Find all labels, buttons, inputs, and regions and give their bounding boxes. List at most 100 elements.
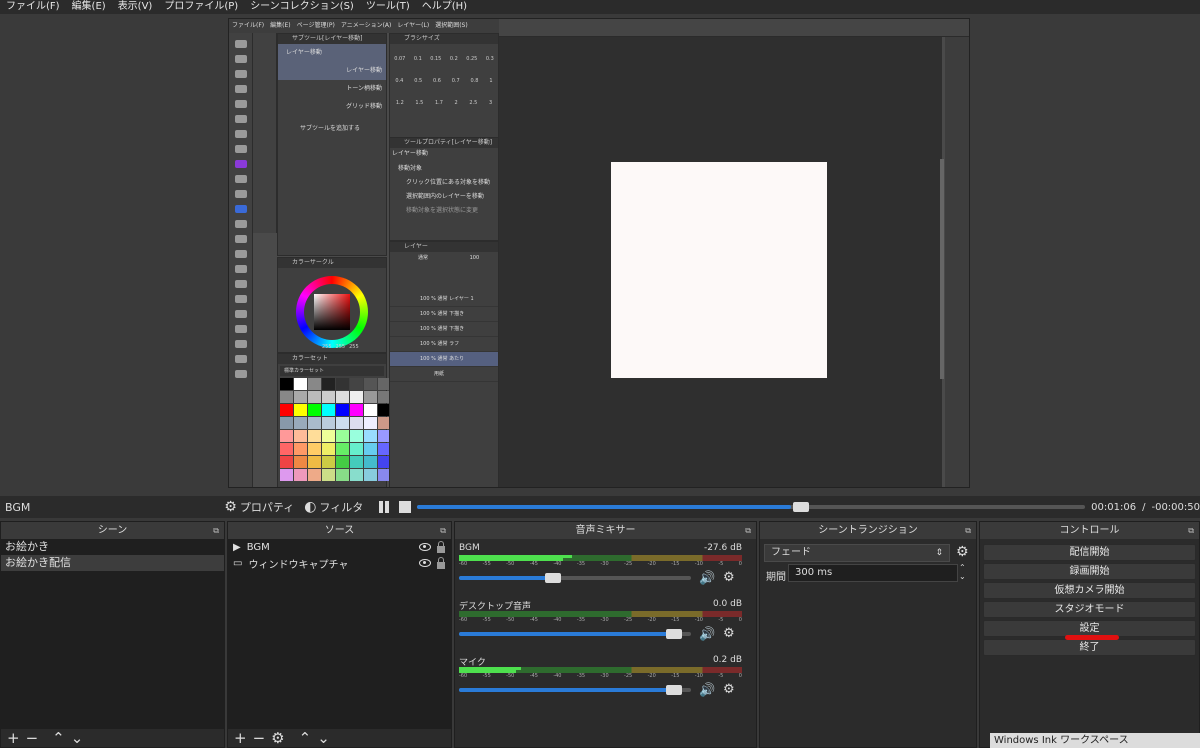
move-up-icon[interactable]: ⌃ bbox=[52, 729, 65, 747]
move-up-icon[interactable]: ⌃ bbox=[299, 729, 312, 747]
volume-slider[interactable] bbox=[459, 629, 691, 639]
gear-icon[interactable]: ⚙ bbox=[723, 570, 735, 585]
studio-mode-button[interactable]: スタジオモード bbox=[983, 601, 1196, 618]
undock-icon[interactable]: ⧉ bbox=[440, 522, 446, 539]
start-streaming-button[interactable]: 配信開始 bbox=[983, 544, 1196, 561]
filters-button[interactable]: ◐ フィルタ bbox=[304, 499, 363, 515]
color-swatch bbox=[294, 456, 307, 468]
pause-button[interactable] bbox=[377, 500, 391, 514]
meter-tick: -40 bbox=[553, 673, 562, 679]
menu-scene-collection[interactable]: シーンコレクション(S) bbox=[244, 0, 360, 14]
meter-tick: -30 bbox=[600, 617, 609, 623]
stop-button[interactable] bbox=[398, 501, 411, 513]
menu-tools[interactable]: ツール(T) bbox=[360, 0, 416, 14]
layer-row: 100 % 通常 下描き bbox=[390, 307, 498, 322]
media-seek-bar[interactable] bbox=[416, 502, 1086, 512]
lock-icon[interactable] bbox=[437, 556, 445, 569]
scenes-list: お絵かき お絵かき配信 bbox=[1, 539, 224, 729]
brush-size: 0.8 bbox=[470, 78, 479, 84]
scene-item[interactable]: お絵かき配信 bbox=[1, 555, 224, 571]
volume-slider[interactable] bbox=[459, 685, 691, 695]
scene-item[interactable]: お絵かき bbox=[1, 539, 224, 555]
undock-icon[interactable]: ⧉ bbox=[965, 522, 971, 539]
color-swatch bbox=[364, 391, 377, 403]
menu-edit[interactable]: 編集(E) bbox=[66, 0, 112, 14]
menu-file[interactable]: ファイル(F) bbox=[0, 0, 66, 14]
color-swatch bbox=[294, 404, 307, 416]
volume-handle[interactable] bbox=[666, 629, 683, 639]
add-scene-icon[interactable]: + bbox=[7, 729, 20, 747]
undock-icon[interactable]: ⧉ bbox=[1188, 522, 1194, 539]
volume-fill bbox=[459, 688, 682, 692]
audio-mixer-dock: 音声ミキサー ⧉ BGM -27.6 dB -60 -55 -50 -45 -40 -35-… bbox=[454, 521, 757, 748]
properties-button[interactable]: ⚙ プロパティ bbox=[224, 499, 294, 515]
color-swatch bbox=[336, 443, 349, 455]
volume-handle[interactable] bbox=[545, 573, 562, 583]
remove-scene-icon[interactable]: − bbox=[26, 729, 39, 747]
canvas-paper bbox=[611, 162, 827, 378]
menu-help[interactable]: ヘルプ(H) bbox=[416, 0, 473, 14]
spinner-icon[interactable]: ⌃ ⌄ bbox=[959, 563, 966, 581]
gear-icon[interactable]: ⚙ bbox=[723, 626, 735, 641]
color-swatch bbox=[350, 456, 363, 468]
color-swatch bbox=[280, 391, 293, 403]
csp-subtool-column bbox=[253, 33, 277, 233]
lock-icon[interactable] bbox=[437, 540, 445, 553]
blend-mode: 通常 bbox=[418, 255, 429, 261]
color-swatch bbox=[294, 391, 307, 403]
color-swatch bbox=[280, 469, 293, 481]
remaining-time: -00:00:50 bbox=[1151, 501, 1200, 513]
source-item[interactable]: ▶ BGM bbox=[228, 539, 451, 555]
undock-icon[interactable]: ⧉ bbox=[213, 522, 219, 539]
speaker-icon[interactable]: 🔊 bbox=[699, 571, 715, 586]
rgb-r: 255 bbox=[322, 344, 332, 350]
color-swatch bbox=[350, 417, 363, 429]
meter-tick: -10 bbox=[694, 617, 703, 623]
volume-handle[interactable] bbox=[666, 685, 683, 695]
windows-ink-workspace[interactable]: Windows Ink ワークスペース bbox=[990, 733, 1200, 748]
gear-icon[interactable]: ⚙ bbox=[956, 544, 969, 560]
brush-size: 0.2 bbox=[449, 56, 458, 62]
scene-transitions-dock: シーントランジション ⧉ フェード ⇕ ⚙ 期間 300 ms ⌃ ⌄ bbox=[759, 521, 977, 748]
color-swatch bbox=[280, 443, 293, 455]
csp-brushsize-panel: ブラシサイズ 0.07 0.1 0.15 0.2 0.25 0.3 0.4 0.5 0.6 0.… bbox=[389, 33, 499, 143]
source-item[interactable]: ▭ ウィンドウキャプチャ bbox=[228, 555, 451, 571]
undock-icon[interactable]: ⧉ bbox=[745, 522, 751, 539]
exit-button[interactable]: 終了 bbox=[983, 639, 1196, 656]
color-swatch bbox=[364, 417, 377, 429]
speaker-icon[interactable]: 🔊 bbox=[699, 683, 715, 698]
gear-icon[interactable]: ⚙ bbox=[723, 682, 735, 697]
move-down-icon[interactable]: ⌄ bbox=[317, 729, 330, 747]
eye-icon[interactable] bbox=[419, 543, 431, 551]
color-swatch bbox=[350, 443, 363, 455]
transition-select[interactable]: フェード ⇕ bbox=[764, 544, 950, 562]
start-virtual-camera-button[interactable]: 仮想カメラ開始 bbox=[983, 582, 1196, 599]
gear-icon[interactable]: ⚙ bbox=[271, 729, 284, 747]
brush-size: 0.4 bbox=[395, 78, 404, 84]
seek-handle[interactable] bbox=[792, 502, 809, 512]
start-recording-button[interactable]: 録画開始 bbox=[983, 563, 1196, 580]
meter-tick: 0 bbox=[738, 617, 742, 623]
csp-subtool-header: サブツール[レイヤー移動] bbox=[278, 34, 386, 44]
menu-profile[interactable]: プロファイル(P) bbox=[158, 0, 244, 14]
color-swatch bbox=[364, 443, 377, 455]
meter-tick: -10 bbox=[694, 673, 703, 679]
eye-icon[interactable] bbox=[419, 559, 431, 567]
layer-row: 100 % 通常 下描き bbox=[390, 322, 498, 337]
color-swatch bbox=[336, 404, 349, 416]
remove-source-icon[interactable]: − bbox=[253, 729, 266, 747]
menu-view[interactable]: 表示(V) bbox=[112, 0, 159, 14]
csp-toolprop-item: 移動対象 bbox=[398, 165, 423, 172]
add-source-icon[interactable]: + bbox=[234, 729, 247, 747]
speaker-icon[interactable]: 🔊 bbox=[699, 627, 715, 642]
meter-tick: -35 bbox=[576, 617, 586, 623]
color-swatch bbox=[308, 469, 321, 481]
duration-input[interactable]: 300 ms bbox=[788, 564, 958, 582]
move-down-icon[interactable]: ⌄ bbox=[71, 729, 84, 747]
meter-tick: -5 bbox=[718, 561, 724, 567]
csp-toolprop-item: 移動対象を選択状態に変更 bbox=[406, 207, 479, 214]
csp-toolprop-item: 選択範囲内のレイヤーを移動 bbox=[406, 193, 484, 200]
brush-size: 3 bbox=[488, 100, 493, 106]
brush-size: 0.3 bbox=[485, 56, 494, 62]
volume-slider[interactable] bbox=[459, 573, 691, 583]
